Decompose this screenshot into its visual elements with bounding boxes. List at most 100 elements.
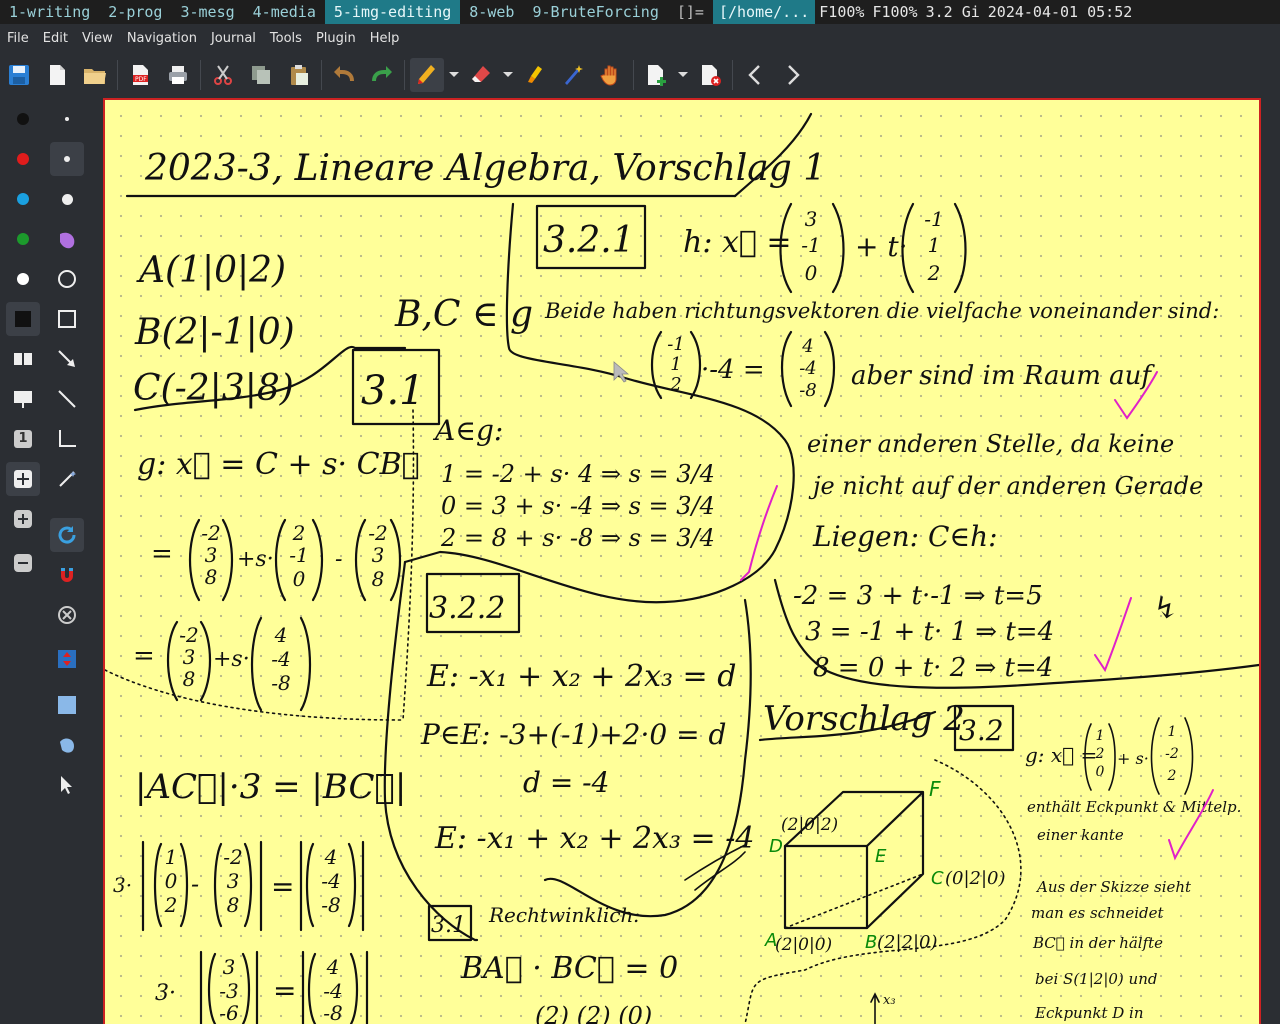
cube-coord-a: (2|0|0) (775, 935, 832, 955)
pen-size-thick[interactable] (50, 182, 84, 216)
select-object-tool-button[interactable] (50, 768, 84, 802)
three-factor-1: 3· (113, 873, 132, 897)
color-swatch (17, 193, 29, 205)
close-tool-button[interactable] (50, 598, 84, 632)
g2-c-0: -2 (368, 521, 387, 545)
color-blue[interactable] (6, 182, 40, 216)
new-page-button[interactable] (40, 58, 74, 92)
workspace-8[interactable]: 8-web (460, 0, 523, 24)
menu-view[interactable]: View (75, 31, 120, 46)
ag-eq-1: 1 = -2 + s· 4 ⇒ s = 3/4 (441, 460, 715, 488)
next-page-button[interactable] (776, 58, 810, 92)
paste-button[interactable] (282, 58, 316, 92)
zoom-in-button[interactable] (6, 502, 40, 536)
coordinate-system-tool-button[interactable] (50, 422, 84, 456)
label-31b: 3.1 (431, 913, 466, 938)
layout-pages-button[interactable] (6, 342, 40, 376)
workspace-5-active[interactable]: 5-img-editing (324, 0, 461, 24)
color-white[interactable] (6, 262, 40, 296)
ellipse-tool-button[interactable] (50, 262, 84, 296)
menu-edit[interactable]: Edit (36, 31, 75, 46)
cut-button[interactable] (206, 58, 240, 92)
eraser-tool-button[interactable] (464, 58, 498, 92)
add-page-dropdown[interactable] (675, 58, 691, 92)
open-button[interactable] (78, 58, 112, 92)
g3-b-1: -4 (271, 647, 290, 671)
color-green[interactable] (6, 222, 40, 256)
scrollbar-area[interactable] (1262, 98, 1280, 1024)
menu-journal[interactable]: Journal (204, 31, 263, 46)
workspace-3[interactable]: 3-mesg (171, 0, 243, 24)
color-custom[interactable] (6, 302, 40, 336)
shape-recognizer-toggle[interactable] (50, 518, 84, 552)
previous-page-button[interactable] (738, 58, 772, 92)
note-page[interactable]: 2023-3, Lineare Algebra, Vorschlag 1 A(1… (105, 100, 1259, 1024)
spline-tool-button[interactable] (50, 462, 84, 496)
layout-indicator[interactable]: []= (668, 0, 713, 24)
print-button[interactable] (161, 58, 195, 92)
copy-button[interactable] (244, 58, 278, 92)
color-red[interactable] (6, 142, 40, 176)
eraser-dropdown[interactable] (500, 58, 516, 92)
paste-icon (291, 65, 308, 85)
size-dot (65, 117, 69, 121)
arrow-tool-button[interactable] (50, 342, 84, 376)
mult-vec1-0: -1 (667, 334, 685, 355)
g3-a-2: 8 (183, 667, 196, 691)
rectangle-tool-button[interactable] (50, 302, 84, 336)
g3-a-0: -2 (179, 623, 198, 647)
line-tool-button[interactable] (50, 382, 84, 416)
select-region-tool-button[interactable] (50, 728, 84, 762)
mult-vec1-1: 1 (670, 354, 681, 375)
g2-b-0: 2 (292, 521, 306, 545)
workspace-1[interactable]: 1-writing (0, 0, 99, 24)
g2-vec2-1: -2 (1165, 746, 1179, 762)
pen-tool-button[interactable] (410, 58, 444, 92)
select-rect-tool-button[interactable] (50, 688, 84, 722)
fit-page-button[interactable] (6, 462, 40, 496)
menu-plugin[interactable]: Plugin (309, 31, 363, 46)
workspace-4[interactable]: 4-media (244, 0, 325, 24)
color-black[interactable] (6, 102, 40, 136)
delete-page-button[interactable] (693, 58, 727, 92)
cube-diagonal (784, 873, 924, 929)
text-tool-button[interactable] (556, 58, 590, 92)
menu-help[interactable]: Help (363, 31, 407, 46)
check-mark-2 (1094, 597, 1132, 673)
add-page-button[interactable] (639, 58, 673, 92)
abs1-c-1: -4 (321, 869, 340, 893)
equals-sign-3: = (271, 870, 294, 903)
page-number: 1 (14, 430, 32, 448)
g3-mid: +s· (213, 647, 250, 672)
pen-size-fine[interactable] (50, 102, 84, 136)
undo-button[interactable] (327, 58, 361, 92)
pen-dropdown[interactable] (446, 58, 462, 92)
vertical-space-tool-button[interactable] (50, 642, 84, 676)
workspace-2[interactable]: 2-prog (99, 0, 171, 24)
g2-a-1: 3 (205, 543, 218, 567)
redo-button[interactable] (365, 58, 399, 92)
menu-navigation[interactable]: Navigation (120, 31, 204, 46)
cube-label-f: F (929, 777, 941, 801)
page-number-button[interactable]: 1 (6, 422, 40, 456)
menu-file[interactable]: File (0, 31, 36, 46)
pen-size-medium[interactable] (50, 142, 84, 176)
skizze-line-1: Aus der Skizze sieht (1035, 878, 1192, 896)
hand-tool-button[interactable] (594, 58, 628, 92)
zoom-out-button[interactable] (6, 546, 40, 580)
presentation-mode-button[interactable] (6, 382, 40, 416)
cube-back-edges (783, 790, 925, 930)
g2-b-1: -1 (289, 543, 308, 567)
workspace-9[interactable]: 9-BruteForcing (523, 0, 667, 24)
export-pdf-button[interactable]: PDF (123, 58, 157, 92)
snap-toggle[interactable] (50, 558, 84, 592)
text-kante: einer kante (1037, 826, 1124, 844)
save-button[interactable] (2, 58, 36, 92)
highlighter-tool-button[interactable] (518, 58, 552, 92)
plane-eq-3: d = -4 (523, 766, 609, 799)
fill-tool-button[interactable] (50, 222, 84, 256)
pdf-label: PDF (135, 76, 147, 83)
skizze-line-5: Eckpunkt D in (1034, 1004, 1144, 1022)
menu-tools[interactable]: Tools (263, 31, 309, 46)
dotted-line-3 (744, 759, 1022, 1024)
